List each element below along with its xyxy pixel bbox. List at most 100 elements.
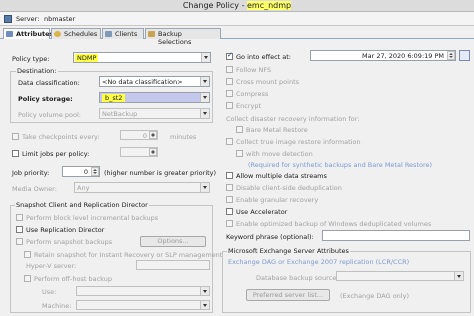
perform-snapshot-checkbox[interactable] [16, 238, 23, 245]
collect-true-image-label: Collect true image restore information [236, 138, 361, 146]
take-checkpoints-checkbox[interactable] [12, 133, 19, 140]
keyword-input[interactable] [322, 230, 470, 241]
move-detection-label: with move detection [246, 150, 313, 158]
minutes-label: minutes [170, 133, 197, 141]
tab-attributes[interactable]: Attributes [3, 28, 53, 39]
options-button[interactable]: Options... [140, 236, 206, 247]
compress-label: Compress [236, 90, 269, 98]
follow-nfs-checkbox[interactable] [226, 66, 233, 73]
effect-date-spinner[interactable] [447, 51, 455, 60]
block-level-checkbox[interactable] [16, 214, 23, 221]
policy-type-label: Policy type: [12, 55, 50, 63]
offhost-checkbox[interactable] [24, 275, 31, 282]
policy-storage-value: b_st2 [102, 94, 126, 102]
data-classification-dropdown[interactable]: <No data classification> [99, 76, 210, 87]
job-priority-input[interactable]: 0 [62, 166, 100, 177]
priority-hint: (higher number is greater priority) [104, 169, 217, 177]
server-name: nbmaster [44, 15, 76, 23]
use-label: Use: [42, 288, 57, 296]
checkpoints-spinner[interactable] [149, 131, 157, 139]
keyword-label: Keyword phrase (optional): [226, 233, 314, 241]
calendar-icon[interactable] [459, 50, 470, 61]
replication-director-label: Use Replication Director [26, 226, 105, 234]
chevron-down-icon [201, 53, 210, 62]
required-note: (Required for synthetic backups and Bare… [248, 161, 433, 169]
hyperv-input[interactable] [136, 260, 210, 270]
policy-name-highlight: emc_ndmp [247, 1, 292, 10]
retain-snapshot-checkbox[interactable] [24, 251, 31, 258]
replication-director-checkbox[interactable] [16, 226, 23, 233]
limit-jobs-label: Limit jobs per policy: [22, 150, 90, 158]
policy-storage-dropdown[interactable]: b_st2 [99, 92, 210, 103]
use-dropdown[interactable] [76, 286, 210, 296]
go-into-effect-checkbox[interactable] [226, 51, 233, 60]
retain-snapshot-label: Retain snapshot for Instant Recovery or … [34, 251, 223, 259]
chevron-down-icon [200, 287, 209, 295]
destination-title: Destination: [16, 67, 58, 75]
limit-jobs-input[interactable] [120, 147, 158, 157]
data-classification-label: Data classification: [18, 79, 80, 87]
preferred-server-button[interactable]: Preferred server list... [246, 289, 330, 301]
snapshot-title: Snapshot Client and Replication Director [15, 201, 149, 209]
tab-clients[interactable]: Clients [102, 28, 144, 39]
media-owner-dropdown[interactable]: Any [74, 182, 210, 193]
db-source-label: Database backup source: [256, 274, 339, 282]
offhost-label: Perform off-host backup [34, 275, 112, 283]
collect-info-label: Collect disaster recovery information fo… [226, 115, 360, 123]
machine-dropdown[interactable] [76, 300, 210, 310]
chevron-down-icon [200, 77, 209, 86]
policy-storage-label: Policy storage: [18, 95, 73, 103]
checkpoints-input[interactable]: 0 [120, 130, 158, 140]
collect-true-image-checkbox[interactable] [226, 138, 233, 145]
chevron-down-icon [454, 272, 463, 280]
title-bar: Change Policy - emc_ndmp [0, 0, 474, 12]
encrypt-label: Encrypt [236, 102, 261, 110]
db-source-dropdown[interactable] [336, 271, 464, 281]
chevron-down-icon [200, 183, 209, 192]
move-detection-checkbox[interactable] [236, 150, 243, 157]
bare-metal-label: Bare Metal Restore [246, 126, 308, 134]
disable-dedup-label: Disable client-side deduplication [236, 184, 342, 192]
volume-pool-dropdown[interactable]: NetBackup [99, 108, 210, 119]
window-title: Change Policy - emc_ndmp [182, 1, 292, 10]
take-checkpoints-label: Take checkpoints every: [22, 133, 100, 141]
tab-backup-selections[interactable]: Backup Selections [145, 28, 221, 46]
document-icon [6, 31, 13, 37]
multiple-streams-label: Allow multiple data streams [236, 172, 327, 180]
accelerator-label: Use Accelerator [236, 208, 288, 216]
server-label: Server: [16, 15, 40, 23]
exchange-title: Microsoft Exchange Server Attributes [227, 247, 350, 255]
chevron-down-icon [200, 109, 209, 118]
cross-mount-checkbox[interactable] [226, 78, 233, 85]
file-icon [148, 31, 155, 37]
effect-date-input[interactable]: Mar 27, 2020 6:09:19 PM [310, 50, 456, 61]
limit-jobs-spinner[interactable] [149, 148, 157, 156]
limit-jobs-checkbox[interactable] [12, 150, 19, 157]
optimized-backup-label: Enable optimized backup of Windows dedup… [236, 220, 432, 228]
hyperv-label: Hyper-V server: [26, 262, 77, 270]
data-classification-value: <No data classification> [102, 78, 183, 86]
encrypt-checkbox[interactable] [226, 102, 233, 109]
tab-bar: Attributes Schedules Clients Backup Sele… [0, 27, 474, 46]
follow-nfs-label: Follow NFS [236, 66, 272, 74]
media-owner-value: Any [77, 184, 90, 192]
job-priority-label: Job priority: [12, 169, 50, 177]
dag-only-label: (Exchange DAG only) [340, 292, 409, 300]
optimized-backup-checkbox[interactable] [226, 220, 233, 227]
accelerator-checkbox[interactable] [226, 208, 233, 215]
multiple-streams-checkbox[interactable] [226, 172, 233, 179]
tab-schedules[interactable]: Schedules [51, 28, 101, 39]
perform-snapshot-label: Perform snapshot backups [26, 238, 113, 246]
clock-icon [54, 31, 61, 37]
chevron-down-icon [200, 301, 209, 309]
policy-type-dropdown[interactable]: NDMP [73, 52, 211, 63]
granular-checkbox[interactable] [226, 196, 233, 203]
media-owner-label: Media Owner: [12, 185, 57, 193]
granular-label: Enable granular recovery [236, 196, 319, 204]
bare-metal-checkbox[interactable] [236, 126, 243, 133]
server-icon [4, 15, 12, 23]
disable-dedup-checkbox[interactable] [226, 184, 233, 191]
compress-checkbox[interactable] [226, 90, 233, 97]
server-bar: Server: nbmaster [0, 12, 474, 26]
job-priority-spinner[interactable] [91, 167, 99, 176]
